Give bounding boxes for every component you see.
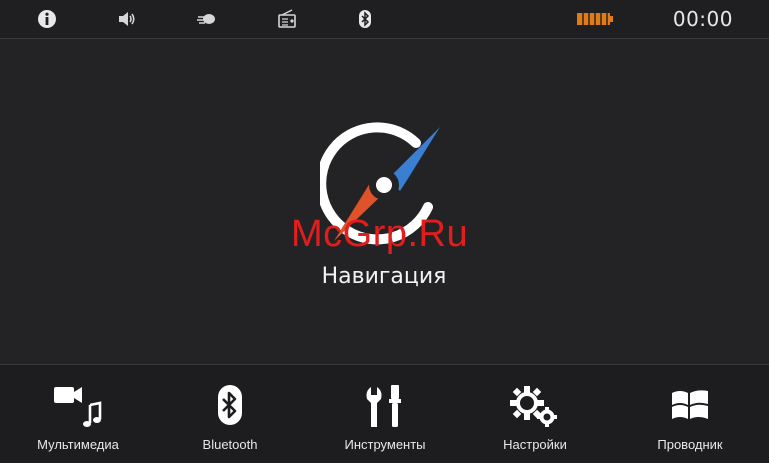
bottom-dock: Мультимедиа Bluetooth Инструменты Настро…	[0, 364, 769, 463]
dock-item-label: Проводник	[657, 437, 723, 452]
dock-item-multimedia[interactable]: Мультимедиа	[3, 365, 153, 463]
bluetooth-icon[interactable]	[354, 8, 376, 30]
main-area: Навигация McGrp.Ru	[0, 39, 769, 364]
radio-icon[interactable]	[276, 8, 298, 30]
settings-icon	[510, 386, 557, 427]
navigation-tile[interactable]: Навигация	[284, 121, 484, 321]
dock-item-explorer[interactable]: Проводник	[615, 365, 765, 463]
clock: 00:00	[672, 7, 733, 31]
dock-item-bluetooth[interactable]: Bluetooth	[155, 365, 305, 463]
explorer-icon	[672, 390, 708, 419]
status-bar: 00:00	[0, 0, 769, 39]
multimedia-icon	[54, 387, 102, 427]
tools-icon	[366, 385, 401, 427]
dock-item-settings[interactable]: Настройки	[460, 365, 610, 463]
volume-icon[interactable]	[116, 8, 138, 30]
bluetooth-icon	[218, 385, 242, 425]
battery-icon	[576, 8, 616, 30]
dock-item-label: Настройки	[503, 437, 567, 452]
compass-icon	[320, 122, 440, 245]
info-icon[interactable]	[36, 8, 58, 30]
dock-item-label: Bluetooth	[202, 437, 258, 452]
navigation-label: Навигация	[321, 264, 447, 289]
dock-item-tools[interactable]: Инструменты	[310, 365, 460, 463]
satellite-icon[interactable]	[196, 8, 218, 30]
dock-item-label: Инструменты	[344, 437, 426, 452]
dock-item-label: Мультимедиа	[37, 437, 119, 452]
head-unit-screen: 00:00 Навигация McGrp.Ru Мультимедиа Blu…	[0, 0, 769, 463]
